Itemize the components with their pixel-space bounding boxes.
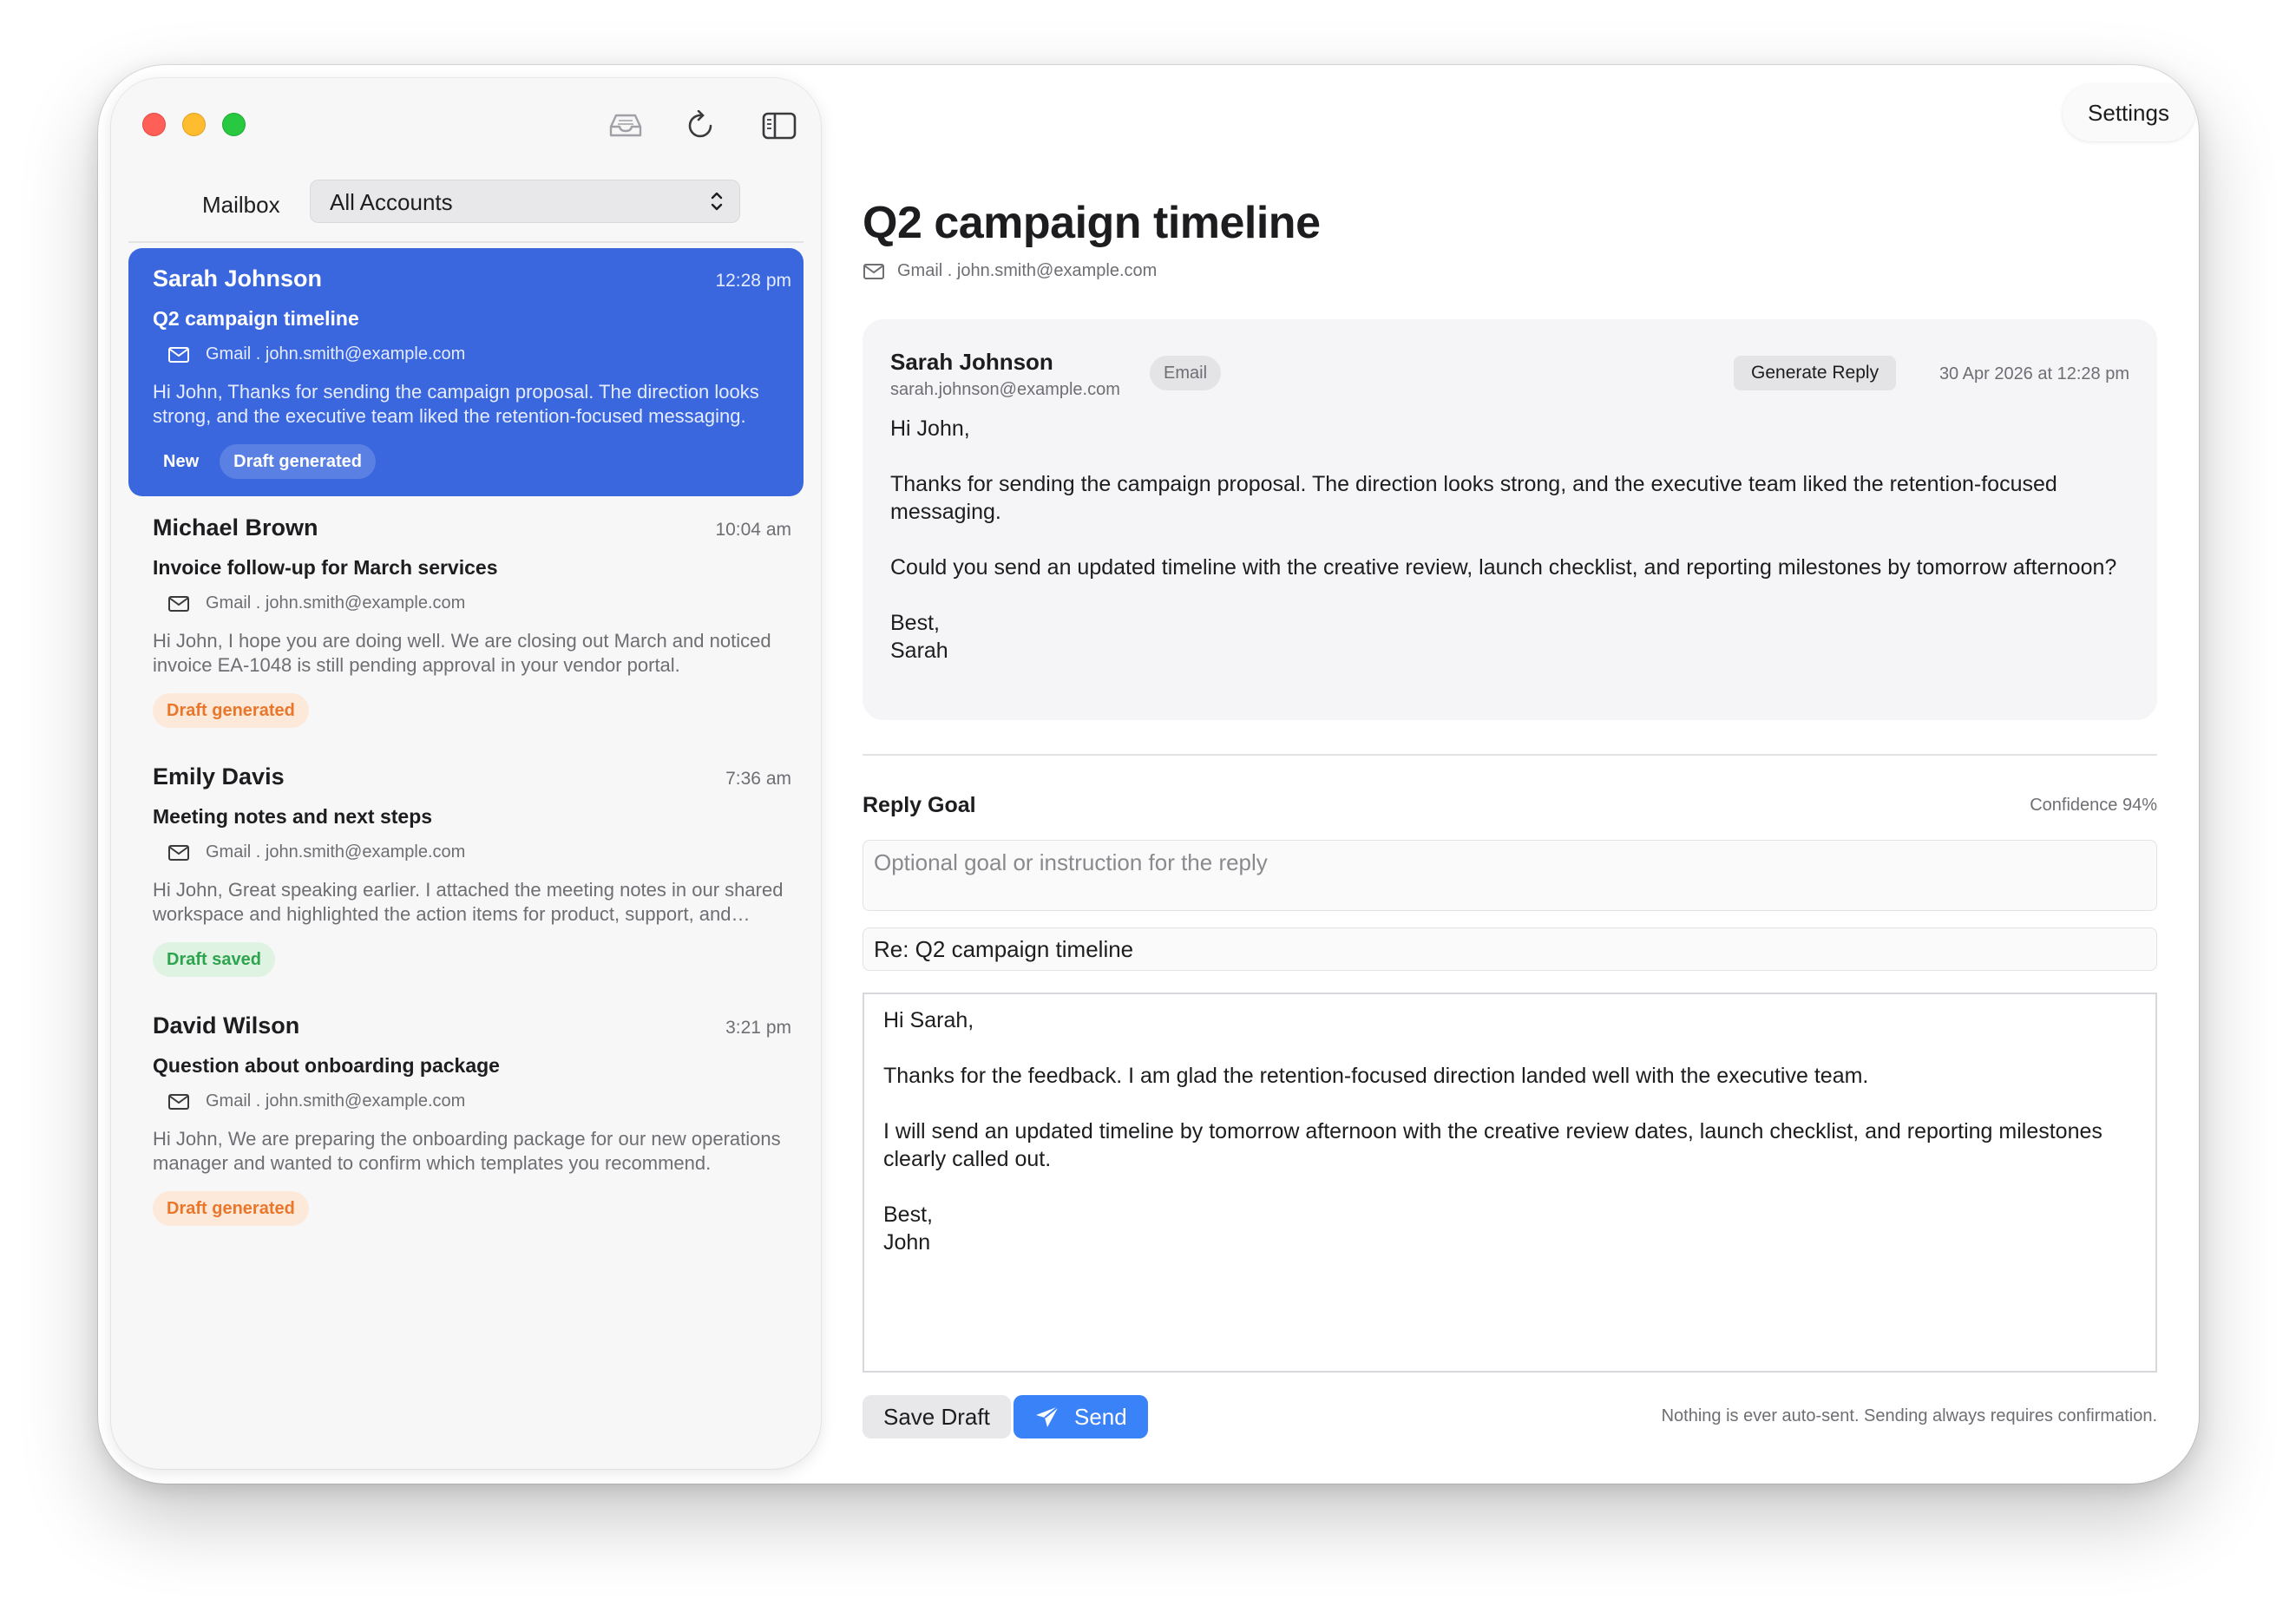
reply-body-paragraph: Thanks for the feedback. I am glad the r…	[883, 1064, 1869, 1088]
reply-goal-label: Reply Goal	[863, 793, 976, 817]
mail-account: Gmail . john.smith@example.com	[167, 593, 465, 613]
mailbox-row: Mailbox All Accounts	[111, 180, 821, 228]
mail-subject: Invoice follow-up for March services	[153, 556, 498, 579]
envelope-icon	[168, 1093, 189, 1110]
send-footnote: Nothing is ever auto-sent. Sending alway…	[1661, 1406, 2157, 1425]
mailbox-select-value: All Accounts	[330, 189, 453, 215]
mail-account: Gmail . john.smith@example.com	[167, 1091, 465, 1111]
mail-subject: Q2 campaign timeline	[153, 307, 359, 330]
reply-body-paragraph: I will send an updated timeline by tomor…	[883, 1119, 2102, 1171]
email-date: 30 Apr 2026 at 12:28 pm	[1938, 364, 2129, 383]
mail-preview: Hi John, Thanks for sending the campaign…	[153, 381, 759, 427]
email-body-paragraph: Could you send an updated timeline with …	[890, 555, 2117, 580]
mail-account: Gmail . john.smith@example.com	[167, 842, 465, 862]
status-badge: Draft generated	[153, 693, 309, 728]
message-account: Gmail . john.smith@example.com	[863, 261, 1157, 281]
sidebar-divider	[128, 241, 804, 243]
reply-goal-input[interactable]	[863, 840, 2157, 911]
mail-account-text: Gmail . john.smith@example.com	[206, 344, 466, 364]
mailbox-select[interactable]: All Accounts	[310, 180, 740, 223]
reply-body-paragraph: Best, John	[883, 1202, 933, 1255]
mail-badges: New Draft generated	[153, 444, 376, 479]
save-draft-button[interactable]: Save Draft	[863, 1395, 1011, 1438]
mail-item[interactable]: Emily Davis 7:36 am Meeting notes and ne…	[128, 746, 804, 994]
zoom-window-button[interactable]	[222, 113, 246, 136]
email-body-paragraph: Thanks for sending the campaign proposal…	[890, 472, 2057, 524]
send-button[interactable]: Send	[1014, 1395, 1148, 1438]
paper-plane-icon	[1036, 1406, 1059, 1427]
reply-body-editor[interactable]: Hi Sarah, Thanks for the feedback. I am …	[863, 993, 2157, 1373]
mail-subject: Meeting notes and next steps	[153, 805, 433, 828]
envelope-icon	[863, 263, 884, 279]
section-divider	[863, 754, 2157, 756]
mail-item[interactable]: Michael Brown 10:04 am Invoice follow-up…	[128, 497, 804, 745]
mail-preview: Hi John, We are preparing the onboarding…	[153, 1128, 781, 1174]
confidence-indicator: Confidence 94%	[2030, 796, 2157, 815]
mail-subject: Question about onboarding package	[153, 1054, 500, 1077]
mail-time: 3:21 pm	[725, 1018, 791, 1038]
envelope-icon	[168, 595, 189, 612]
mail-preview: Hi John, Great speaking earlier. I attac…	[153, 879, 784, 925]
mail-badges: Draft generated	[153, 693, 309, 728]
sidebar-toggle-icon[interactable]	[759, 106, 799, 146]
mail-account-text: Gmail . john.smith@example.com	[206, 593, 466, 613]
status-badge: Draft saved	[153, 942, 275, 977]
updown-chevron-icon	[710, 189, 724, 220]
message-account-text: Gmail . john.smith@example.com	[897, 261, 1158, 280]
page-title: Q2 campaign timeline	[863, 198, 1321, 248]
mail-badges: Draft saved	[153, 942, 275, 977]
mail-time: 12:28 pm	[715, 271, 791, 291]
send-button-label: Send	[1074, 1404, 1127, 1430]
email-body-paragraph: Hi John,	[890, 416, 970, 441]
email-type-badge: Email	[1150, 356, 1222, 390]
envelope-icon	[168, 844, 189, 861]
status-badge: New	[153, 444, 210, 479]
mail-badges: Draft generated	[153, 1191, 309, 1226]
mail-time: 10:04 am	[715, 520, 791, 540]
reply-subject-input[interactable]	[863, 927, 2157, 971]
mail-sender: Michael Brown	[153, 514, 318, 541]
email-sender: Sarah Johnson	[890, 349, 1053, 375]
envelope-icon	[168, 346, 189, 363]
mail-item[interactable]: David Wilson 3:21 pm Question about onbo…	[128, 995, 804, 1243]
sidebar: Mailbox All Accounts Sarah Johnson 12:28…	[111, 78, 821, 1469]
reply-body-paragraph: Hi Sarah,	[883, 1008, 974, 1032]
mailbox-label: Mailbox	[202, 192, 280, 218]
email-body: Hi John, Thanks for sending the campaign…	[890, 415, 2122, 692]
settings-button[interactable]: Settings	[2063, 84, 2194, 141]
mail-item[interactable]: Sarah Johnson 12:28 pm Q2 campaign timel…	[128, 248, 804, 496]
mail-time: 7:36 am	[725, 769, 791, 789]
status-badge: Draft generated	[153, 1191, 309, 1226]
inbox-icon[interactable]	[606, 106, 646, 146]
close-window-button[interactable]	[142, 113, 166, 136]
minimize-window-button[interactable]	[182, 113, 206, 136]
generate-reply-button[interactable]: Generate Reply	[1734, 356, 1897, 390]
mail-account: Gmail . john.smith@example.com	[167, 344, 465, 364]
refresh-icon[interactable]	[681, 106, 721, 146]
mail-account-text: Gmail . john.smith@example.com	[206, 842, 466, 862]
message-pane: Settings Q2 campaign timeline Gmail . jo…	[821, 65, 2199, 1484]
app-window: Mailbox All Accounts Sarah Johnson 12:28…	[98, 65, 2199, 1484]
email-body-paragraph: Best, Sarah	[890, 611, 948, 663]
email-card: Sarah Johnson sarah.johnson@example.com …	[863, 319, 2157, 720]
status-badge: Draft generated	[220, 444, 376, 479]
email-sender-address: sarah.johnson@example.com	[890, 380, 1120, 399]
mail-account-text: Gmail . john.smith@example.com	[206, 1091, 466, 1111]
mail-sender: David Wilson	[153, 1012, 300, 1039]
mail-preview: Hi John, I hope you are doing well. We a…	[153, 630, 771, 676]
mail-sender: Emily Davis	[153, 763, 285, 790]
mail-sender: Sarah Johnson	[153, 265, 323, 292]
